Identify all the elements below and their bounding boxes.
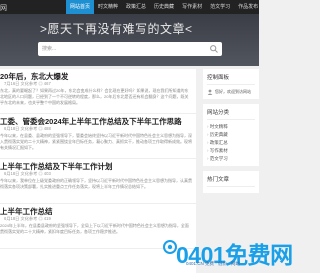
hero-slogan: >愿天下再没有难写的文章< — [40, 22, 193, 36]
nav-item-home[interactable]: 网站首页 — [66, 0, 95, 14]
category-item[interactable]: 历史典藏 — [207, 131, 255, 139]
sidebar: 控制面板 您好，欢迎到访网站 网站分类 时文精粹 历史典藏 政策汇总 写作素材 … — [203, 69, 259, 198]
widget-title: 网站分类 — [207, 108, 255, 120]
article-excerpt: 2024年上半年，在县委县政府的坚强领导下，全局上下以习近平新时代中国特色社会主… — [0, 223, 189, 234]
search-input[interactable]: 搜索... — [42, 45, 56, 52]
watermark-subtext: 0401.CN 免费 · 低价 · 网站 — [186, 261, 241, 266]
article-meta: 6月18日 文化参考 ◎ 403 — [4, 171, 51, 176]
category-item[interactable]: 政策汇总 — [207, 139, 255, 147]
watermark-logo-icon — [163, 240, 177, 254]
site-logo[interactable]: 网 — [0, 3, 7, 13]
widget-title: 控制面板 — [207, 73, 255, 85]
category-item[interactable]: 范文学习 — [207, 155, 255, 163]
article-item: 工委、管委会2024年上半年工作总结及下半年工作思路 6月18日 文化参考 ◎ … — [0, 114, 196, 159]
main-nav: 网站首页 时文精粹 政策汇总 历史典藏 写作素材 范文学习 作品发布 — [66, 0, 262, 14]
category-item[interactable]: 写作素材 — [207, 147, 255, 155]
category-item[interactable]: 时文精粹 — [207, 123, 255, 131]
login-row: 您好，欢迎到访网站 — [207, 88, 255, 96]
widget-title: 热门文章 — [207, 175, 255, 187]
article-excerpt: 今年以来，在县委、县政府的坚强领导下，管委会始终坚持以习近平新时代中国特色社会主… — [0, 133, 192, 150]
article-meta: 6月18日 文化参考 ◎ 488 — [4, 126, 51, 131]
category-list: 时文精粹 历史典藏 政策汇总 写作素材 范文学习 — [207, 123, 255, 163]
nav-item-history[interactable]: 历史典藏 — [150, 0, 178, 14]
article-meta: 6月18日 文化参考 ◎ 419 — [4, 216, 51, 221]
hero-banner: >愿天下再没有难写的文章< 搜索... — [0, 14, 259, 66]
nav-item-essays[interactable]: 时文精粹 — [94, 0, 122, 14]
nav-item-policy[interactable]: 政策汇总 — [122, 0, 150, 14]
article-excerpt: 东北，真的要崛起了？如果再过20年，东北会变成什么样？会比现在更好吗？如果说，现… — [0, 88, 189, 105]
search-box[interactable]: 搜索... — [38, 42, 222, 56]
search-icon[interactable] — [209, 44, 219, 54]
article-item: 20年后，东北大爆发 7月16日 文化参考 ◎ 467 东北，真的要崛起了？如果… — [0, 69, 196, 114]
article-meta: 7月16日 文化参考 ◎ 467 — [4, 81, 51, 86]
article-excerpt: 今年以来，我单位在上级党委政府的正确领导下，坚持以习近平新时代中国特色社会主义思… — [0, 178, 192, 189]
welcome-text[interactable]: 您好，欢迎到访网站 — [215, 89, 251, 95]
user-icon — [207, 89, 213, 95]
control-panel-widget: 控制面板 您好，欢迎到访网站 — [203, 69, 259, 99]
top-navbar: 网 网站首页 时文精粹 政策汇总 历史典藏 写作素材 范文学习 作品发布 — [0, 0, 259, 14]
category-widget: 网站分类 时文精粹 历史典藏 政策汇总 写作素材 范文学习 — [203, 104, 259, 166]
nav-item-samples[interactable]: 范文学习 — [206, 0, 234, 14]
hot-articles-widget: 热门文章 — [203, 171, 259, 193]
nav-item-material[interactable]: 写作素材 — [178, 0, 206, 14]
article-item: 上半年工作总结及下半年工作计划 6月18日 文化参考 ◎ 403 今年以来，我单… — [0, 159, 196, 204]
nav-item-publish[interactable]: 作品发布 — [234, 0, 262, 14]
